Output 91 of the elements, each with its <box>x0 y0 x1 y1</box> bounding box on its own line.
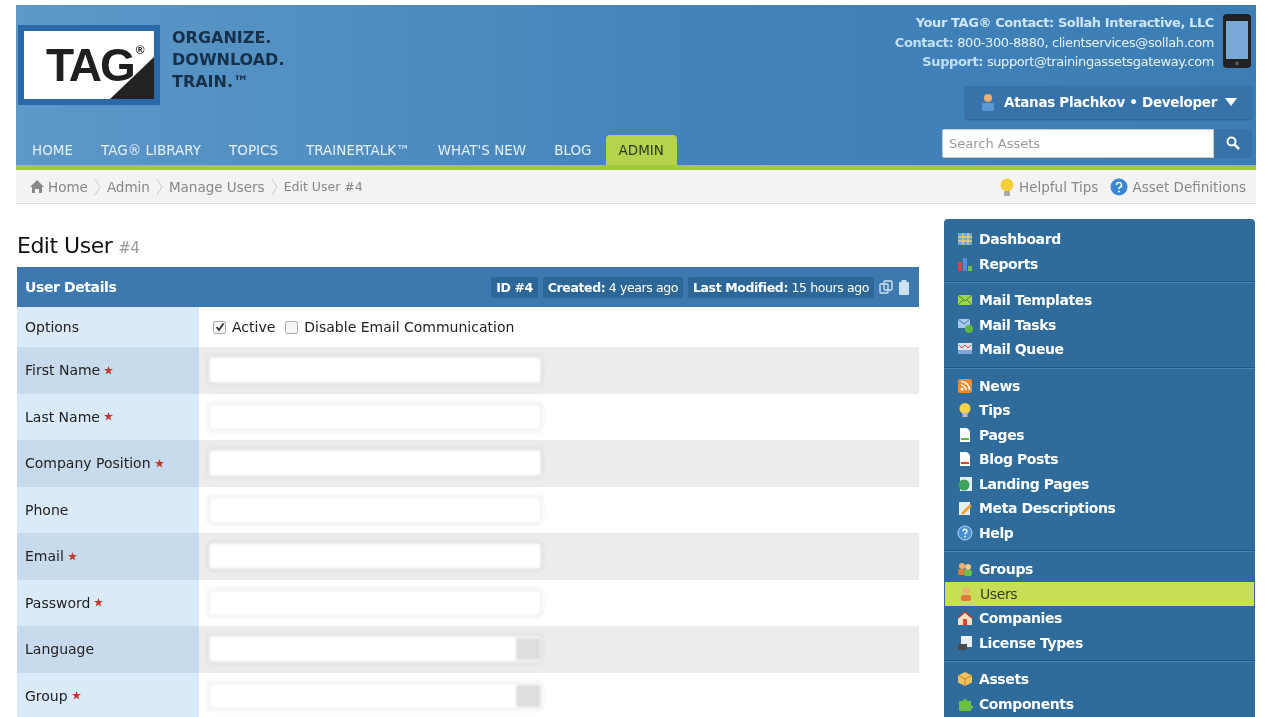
field-label: Last Name <box>25 408 100 425</box>
sidebar-item[interactable]: Tips <box>944 398 1255 423</box>
input-field[interactable] <box>209 543 541 570</box>
cube-icon <box>957 671 973 688</box>
sidebar-item[interactable]: Mail Tasks <box>944 312 1255 337</box>
person-icon <box>958 585 974 602</box>
document-icon <box>957 451 973 468</box>
sidebar-item[interactable]: Groups <box>944 557 1255 582</box>
caret-icon <box>1225 98 1237 106</box>
panel-title: User Details <box>25 279 117 295</box>
checkbox-label: Active <box>232 319 276 335</box>
sidebar-item[interactable]: Companies <box>944 606 1255 631</box>
field-label: First Name <box>25 362 101 379</box>
lightbulb-icon <box>999 177 1016 196</box>
help-icon <box>957 524 973 541</box>
info-badge: Created: 4 years ago <box>542 276 683 298</box>
field-label: Email <box>25 548 64 565</box>
sidebar-item[interactable]: Meta Descriptions <box>944 496 1255 521</box>
input-field[interactable] <box>209 450 541 477</box>
tagline: DOWNLOAD. <box>172 49 285 71</box>
checkbox[interactable] <box>213 320 226 334</box>
certificate-icon <box>957 634 973 651</box>
tagline: ORGANIZE. <box>172 27 273 49</box>
sidebar-item[interactable]: Components <box>944 691 1255 716</box>
contact-info: Your TAG® Contact: Sollah Interactive, LLC <box>915 14 1214 32</box>
nav-tab[interactable]: TOPICS <box>215 135 292 165</box>
sidebar-item[interactable]: License Types <box>944 630 1255 655</box>
phone-icon <box>1222 13 1252 69</box>
lightbulb-icon <box>957 402 973 419</box>
checkbox[interactable] <box>285 320 299 334</box>
input-field[interactable] <box>209 357 541 384</box>
field-label: Language <box>25 641 95 658</box>
sidebar-item[interactable]: Users <box>945 581 1254 606</box>
field-label: Group <box>25 687 68 704</box>
help-link[interactable]: Helpful Tips <box>999 177 1099 196</box>
nav-tab[interactable]: TAG® LIBRARY <box>86 135 215 165</box>
sidebar-item[interactable]: Blog Posts <box>944 447 1255 472</box>
user-id: #4 <box>118 239 140 257</box>
chevron-icon <box>270 177 278 196</box>
breadcrumb-link[interactable]: Home <box>30 178 88 195</box>
sidebar-item[interactable]: Mail Queue <box>944 337 1255 362</box>
field-label: Company Position <box>25 455 151 472</box>
envelope-arrow-icon <box>957 316 973 333</box>
sidebar-item[interactable]: Assets <box>944 667 1255 692</box>
tagline: TRAIN.™ <box>172 71 251 93</box>
grid-icon <box>957 231 973 248</box>
contact-info: Support: support@trainingassetsgateway.com <box>922 53 1214 71</box>
sidebar-item[interactable]: Pages <box>944 422 1255 447</box>
contact-info: Contact: 800-300-8880, clientservices@sollah.com <box>894 33 1214 52</box>
clipboard-icon[interactable] <box>898 279 910 295</box>
info-badge: Last Modified: 15 hours ago <box>688 276 874 298</box>
people-icon <box>957 561 973 578</box>
sidebar-item[interactable]: Dashboard <box>944 227 1255 252</box>
rss-icon <box>957 377 973 394</box>
breadcrumb-link[interactable]: Admin <box>106 178 150 195</box>
nav-tab[interactable]: TRAINERTALK™ <box>292 135 424 165</box>
breadcrumb-current: Edit User #4 <box>283 179 363 194</box>
document-icon <box>957 426 973 443</box>
search-field[interactable]: Search Assets <box>942 128 1214 158</box>
field-label: Options <box>25 319 80 335</box>
help-link[interactable]: Asset Definitions <box>1110 177 1246 196</box>
sidebar-item[interactable]: Reports <box>944 251 1255 276</box>
home-icon <box>30 180 44 193</box>
breadcrumb-link[interactable]: Manage Users <box>168 178 265 195</box>
nav-tab[interactable]: BLOG <box>540 135 606 165</box>
search-button[interactable] <box>1214 128 1252 158</box>
user-menu-button[interactable]: Atanas Plachkov • Developer <box>965 85 1252 119</box>
copy-icon[interactable] <box>879 280 893 294</box>
house-icon <box>957 610 973 627</box>
sidebar-item[interactable]: News <box>944 373 1255 398</box>
sidebar-item[interactable]: Mail Templates <box>944 288 1255 313</box>
field-label: Phone <box>25 501 69 518</box>
page-title: Edit User <box>17 233 113 258</box>
dropdown-field[interactable] <box>209 682 541 709</box>
person-icon <box>980 93 996 111</box>
nav-tab[interactable]: ADMIN <box>605 135 677 165</box>
search-icon <box>1226 136 1240 150</box>
chevron-icon <box>155 177 163 196</box>
logo: TAG$^{®}$ <box>18 25 160 105</box>
checkbox-label: Disable Email Communication <box>304 319 515 335</box>
sidebar-item[interactable]: Help <box>944 520 1255 545</box>
info-badge: ID #4 <box>491 276 538 298</box>
nav-tab[interactable]: WHAT'S NEW <box>423 135 541 165</box>
globe-page-icon <box>957 475 973 492</box>
dropdown-field[interactable] <box>209 636 541 663</box>
chevron-icon <box>93 177 101 196</box>
sidebar-item[interactable]: Landing Pages <box>944 471 1255 496</box>
pencil-page-icon <box>957 500 973 517</box>
help-icon <box>1110 177 1129 196</box>
bar-chart-icon <box>957 255 973 272</box>
field-label: Password <box>25 594 91 611</box>
